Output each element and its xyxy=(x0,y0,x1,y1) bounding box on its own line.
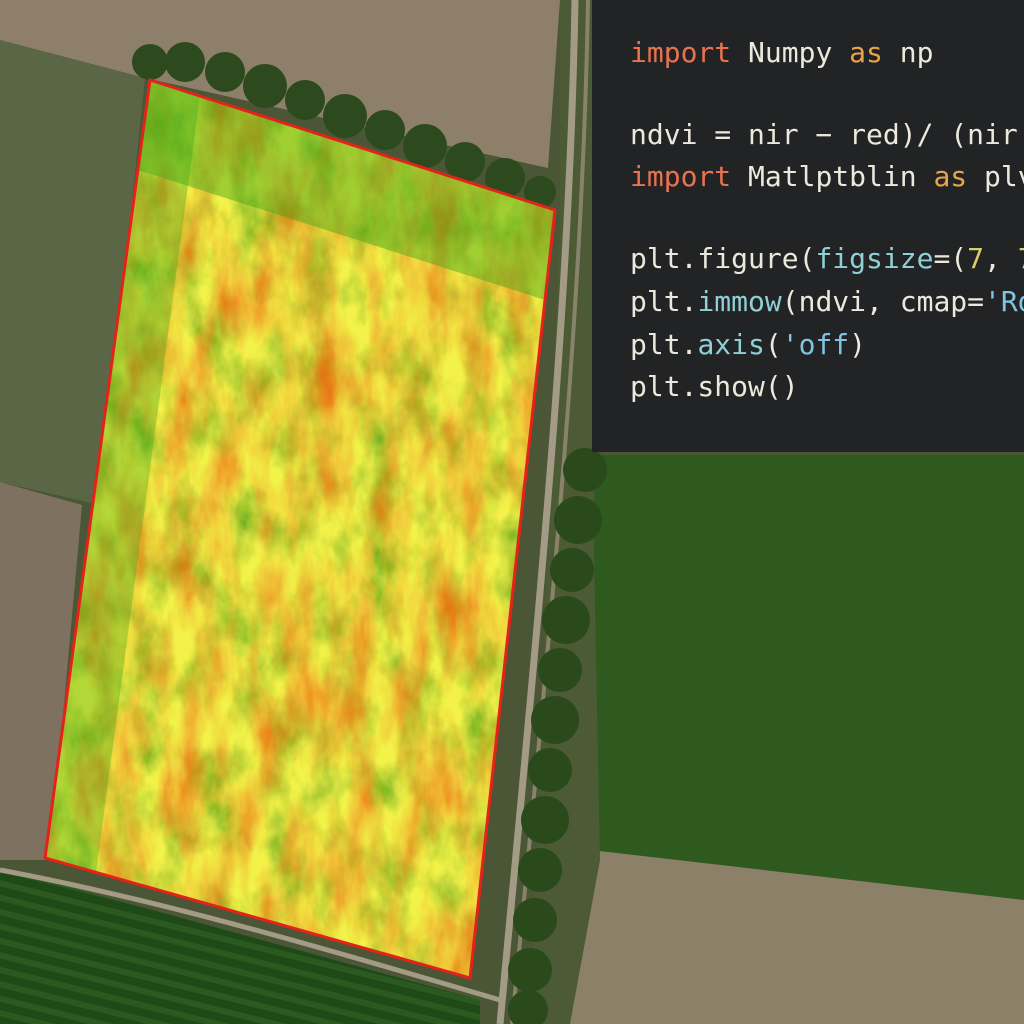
code-token: , xyxy=(984,242,1018,275)
code-token: =( xyxy=(933,242,968,275)
code-token: as xyxy=(849,36,883,69)
code-editor-panel: import Numpy as np ndvi = nir − red)∕ (ni… xyxy=(592,0,1024,452)
code-token: 'off xyxy=(781,328,850,361)
code-token: 7 xyxy=(1018,242,1024,275)
code-line: ndvi = nir − red)∕ (nir + red) xyxy=(630,118,1024,152)
code-line: plt.immow(ndvi, cmap='RdYlGn') xyxy=(630,285,1024,319)
code-token: Matlptblin xyxy=(731,160,934,193)
code-line: plt.axis('off) xyxy=(630,328,866,362)
code-token: plt. xyxy=(630,285,698,318)
code-token: ndvi = nir − red)∕ (nir + red) xyxy=(630,118,1018,151)
code-token: ( xyxy=(764,328,782,361)
code-token: 'RdYlGn' xyxy=(984,285,1024,318)
green-field-right xyxy=(590,455,1024,900)
code-token: immow xyxy=(697,285,782,318)
code-token: as xyxy=(933,160,968,193)
code-token: Numpy xyxy=(731,36,850,69)
code-token: import xyxy=(630,36,732,69)
code-token: ) xyxy=(849,328,867,361)
code-token: np xyxy=(882,36,934,69)
code-line: import Matlptblin as plv xyxy=(630,160,1024,194)
code-token: plv xyxy=(984,160,1024,193)
code-line: import Numpy as np xyxy=(630,36,933,70)
code-token: import xyxy=(630,160,732,193)
code-line: plt.figure(figsize=(7, 7)) xyxy=(630,242,1024,276)
code-token: plt.figure( xyxy=(630,242,816,275)
code-token: axis xyxy=(697,328,765,361)
code-token: (ndvi, cmap= xyxy=(781,285,985,318)
code-token: plt. xyxy=(630,328,698,361)
code-token: 7 xyxy=(967,242,985,275)
code-line: plt.show() xyxy=(630,370,799,404)
code-token: plt.show() xyxy=(630,370,799,403)
code-token: figsize xyxy=(815,242,934,275)
